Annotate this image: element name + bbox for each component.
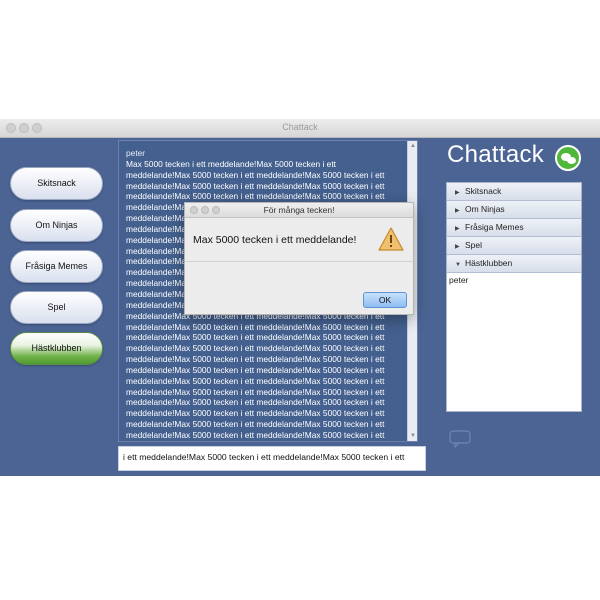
ok-button[interactable]: OK — [363, 292, 407, 308]
room-button-skitsnack[interactable]: Skitsnack — [10, 167, 103, 200]
chat-bubble-icon[interactable] — [449, 430, 473, 448]
message-line: meddelande!Max 5000 tecken i ett meddela… — [126, 429, 385, 440]
message-line: Max 5000 tecken i ett meddelande!Max 500… — [126, 158, 336, 169]
room-button-om-ninjas[interactable]: Om Ninjas — [10, 209, 103, 242]
tree-room-om-ninjas[interactable]: ▶ Om Ninjas — [447, 201, 581, 219]
message-line: meddelande!Max 5000 tecken i ett meddela… — [126, 332, 385, 343]
collapsed-arrow-icon: ▶ — [455, 208, 460, 214]
dialog-title: För många tecken! — [185, 203, 413, 218]
dialog-close-button[interactable] — [190, 206, 198, 214]
message-line: meddelande!Max 5000 tecken i ett meddela… — [126, 180, 385, 191]
message-line: meddelande!Max 5000 tecken i ett meddela… — [126, 419, 385, 430]
expanded-arrow-icon: ▼ — [455, 262, 461, 268]
tree-room-frasiga-memes[interactable]: ▶ Fråsiga Memes — [447, 219, 581, 237]
message-line: meddelande!Max 5000 tecken i ett meddela… — [126, 191, 385, 202]
message-line: meddelande!Max 5000 tecken i ett meddela… — [126, 397, 385, 408]
message-line: meddelande!Max 5000 tecken i ett meddela… — [126, 364, 385, 375]
tree-room-spel[interactable]: ▶ Spel — [447, 237, 581, 255]
app-logo-text: Chattack — [447, 141, 545, 168]
room-button-frasiga-memes[interactable]: Fråsiga Memes — [10, 250, 103, 283]
dialog-zoom-button[interactable] — [212, 206, 220, 214]
room-button-hastklubben[interactable]: Hästklubben — [10, 332, 103, 365]
message-line: meddelande!Max 5000 tecken i ett meddela… — [126, 343, 385, 354]
message-line: meddelande!Max 5000 tecken i ett meddela… — [126, 386, 385, 397]
tree-room-hastklubben[interactable]: ▼ Hästklubben — [447, 255, 581, 273]
alert-dialog: För många tecken! Max 5000 tecken i ett … — [184, 202, 414, 315]
dialog-divider — [185, 261, 413, 262]
dialog-minimize-button[interactable] — [201, 206, 209, 214]
room-button-spel[interactable]: Spel — [10, 291, 103, 324]
collapsed-arrow-icon: ▶ — [455, 190, 460, 196]
warning-icon — [378, 227, 404, 251]
scroll-down-arrow-icon[interactable]: ▼ — [409, 432, 417, 440]
message-sender: peter — [126, 148, 146, 158]
message-line: meddelande!Max 5000 tecken i ett meddela… — [126, 408, 385, 419]
dialog-message: Max 5000 tecken i ett meddelande! — [193, 234, 357, 246]
message-input[interactable]: i ett meddelande!Max 5000 tecken i ett m… — [118, 446, 426, 471]
window-title: Chattack — [282, 122, 318, 132]
message-line: meddelande!Max 5000 tecken i ett meddela… — [126, 321, 385, 332]
title-bar: Chattack — [0, 119, 600, 138]
tree-member[interactable]: peter — [447, 273, 581, 285]
message-line: meddelande!Max 5000 tecken i ett meddela… — [126, 169, 385, 180]
collapsed-arrow-icon: ▶ — [455, 226, 460, 232]
tree-room-skitsnack[interactable]: ▶ Skitsnack — [447, 183, 581, 201]
message-line: meddelande!Max 5000 tecken i ett meddela… — [126, 354, 385, 365]
chat-bubbles-logo-icon — [555, 145, 581, 171]
collapsed-arrow-icon: ▶ — [455, 244, 460, 250]
scroll-up-arrow-icon[interactable]: ▲ — [409, 142, 417, 150]
message-line: meddelande!Max 5000 tecken i ett meddela… — [126, 375, 385, 386]
message-line: meddelande!Max 5000 tecken i ett meddela… — [126, 441, 403, 442]
room-tree: ▶ Skitsnack ▶ Om Ninjas ▶ Fråsiga Memes ▶ Sp… — [446, 182, 582, 412]
